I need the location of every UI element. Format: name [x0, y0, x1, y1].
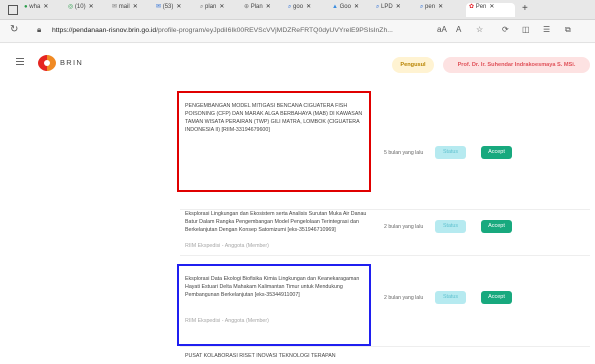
- browser-tab[interactable]: ⌕ goo ✕: [288, 3, 330, 17]
- tab-title: Pen: [475, 4, 487, 10]
- menu-icon[interactable]: [16, 58, 24, 67]
- browser-tab[interactable]: ◎ (10) ✕: [68, 3, 110, 17]
- program-title: PENGEMBANGAN MODEL MITIGASI BENCANA CIGU…: [185, 103, 363, 134]
- close-icon[interactable]: ✕: [43, 4, 48, 10]
- list-item: Eksplorasi Lingkungan dan Ekosistem sert…: [180, 210, 590, 270]
- program-title: Eksplorasi Data Ekologi Biofisika Kimia …: [185, 276, 360, 299]
- accept-button[interactable]: Accept: [481, 291, 512, 304]
- address-bar-row: ↻ 🔒︎ https://pendanaan-risnov.brin.go.id…: [0, 20, 595, 43]
- time-ago: 2 bulan yang lalu: [384, 224, 424, 230]
- browser-tab[interactable]: ● wha ✕: [24, 3, 66, 17]
- favorite-star-icon[interactable]: ☆: [476, 25, 483, 34]
- new-tab-icon[interactable]: +: [522, 3, 528, 14]
- close-icon[interactable]: ✕: [306, 4, 311, 10]
- browser-tab[interactable]: ⌕ plan ✕: [200, 3, 242, 17]
- refresh-page-icon[interactable]: ⟳: [502, 25, 509, 34]
- tab-title: Goo: [339, 4, 351, 10]
- close-icon[interactable]: ✕: [396, 4, 401, 10]
- tab-title: mail: [118, 4, 130, 10]
- logo-text: BRIN: [60, 58, 84, 67]
- time-ago: 5 bulan yang lalu: [384, 150, 424, 156]
- status-button[interactable]: Status: [435, 220, 466, 233]
- url-path: /profile-program/eyJpdiI6Ik00REVScVVjMDZ…: [156, 27, 393, 34]
- status-button[interactable]: Status: [435, 146, 466, 159]
- split-screen-icon[interactable]: ◫: [522, 25, 530, 34]
- close-icon[interactable]: ✕: [176, 4, 181, 10]
- list-item: PUSAT KOLABORASI RISET INOVASI TEKNOLOGI…: [180, 352, 590, 364]
- url-host: https://pendanaan-risnov.brin.go.id: [52, 27, 157, 34]
- browser-tab[interactable]: ✉ (53) ✕: [156, 3, 198, 17]
- program-list: PENGEMBANGAN MODEL MITIGASI BENCANA CIGU…: [0, 84, 595, 364]
- read-aloud-icon[interactable]: A: [456, 25, 461, 34]
- close-icon[interactable]: ✕: [354, 4, 359, 10]
- browser-tab[interactable]: ⊕ Plan ✕: [244, 3, 286, 17]
- list-item: PENGEMBANGAN MODEL MITIGASI BENCANA CIGU…: [180, 102, 590, 192]
- role-badge[interactable]: Pengusul: [392, 57, 434, 73]
- collections-icon[interactable]: ⧉: [565, 25, 571, 35]
- app-header: BRIN Pengusul Prof. Dr. Ir. Suhendar Ind…: [0, 44, 595, 84]
- program-title: PUSAT KOLABORASI RISET INOVASI TEKNOLOGI…: [185, 353, 336, 359]
- brin-logo-icon: [38, 55, 56, 71]
- close-icon[interactable]: ✕: [266, 4, 271, 10]
- url-field[interactable]: https://pendanaan-risnov.brin.go.id/prof…: [52, 23, 432, 38]
- tab-title: goo: [293, 4, 304, 10]
- accept-button[interactable]: Accept: [481, 146, 512, 159]
- close-icon[interactable]: ✕: [133, 4, 138, 10]
- reader-view-icon[interactable]: aA: [437, 25, 447, 34]
- tab-title: Plan: [250, 4, 263, 10]
- browser-tab[interactable]: ▲ Goo ✕: [332, 3, 374, 17]
- tab-title: (10): [74, 4, 86, 10]
- tab-title: plan: [205, 4, 217, 10]
- close-icon[interactable]: ✕: [219, 4, 224, 10]
- user-menu[interactable]: Prof. Dr. Ir. Suhendar Indrakoesmaya S. …: [443, 57, 590, 73]
- program-role: RIIM Ekspedisi - Anggota (Member): [185, 318, 269, 324]
- tab-title: wha: [29, 4, 41, 10]
- program-title: Eksplorasi Lingkungan dan Ekosistem sert…: [185, 211, 367, 234]
- close-icon[interactable]: ✕: [489, 4, 494, 10]
- accept-button[interactable]: Accept: [481, 220, 512, 233]
- tab-actions-icon[interactable]: [8, 5, 18, 15]
- browser-tab[interactable]: ⌕ pen ✕: [420, 3, 462, 17]
- program-role: RIIM Ekspedisi - Anggota (Member): [185, 243, 269, 249]
- browser-tab[interactable]: ⌕ LPD ✕: [376, 3, 418, 17]
- tab-title: pen: [425, 4, 436, 10]
- refresh-icon[interactable]: ↻: [10, 24, 18, 35]
- browser-tab-strip: ● wha ✕ ◎ (10) ✕ ✉ mail ✕ ✉ (53) ✕ ⌕ plan ✕ ⊕…: [0, 0, 595, 20]
- browser-tab[interactable]: ✉ mail ✕: [112, 3, 154, 17]
- browser-tab-active[interactable]: ✿ Pen ✕: [466, 3, 515, 17]
- time-ago: 2 bulan yang lalu: [384, 295, 424, 301]
- status-button[interactable]: Status: [435, 291, 466, 304]
- tab-title: (53): [162, 4, 174, 10]
- lock-icon[interactable]: 🔒︎: [37, 25, 41, 35]
- row-divider: [180, 255, 590, 256]
- list-item: Eksplorasi Data Ekologi Biofisika Kimia …: [180, 275, 590, 335]
- close-icon[interactable]: ✕: [89, 4, 94, 10]
- favorites-icon[interactable]: ☰: [543, 25, 550, 34]
- close-icon[interactable]: ✕: [438, 4, 443, 10]
- row-divider: [180, 346, 590, 347]
- tab-title: LPD: [381, 4, 393, 10]
